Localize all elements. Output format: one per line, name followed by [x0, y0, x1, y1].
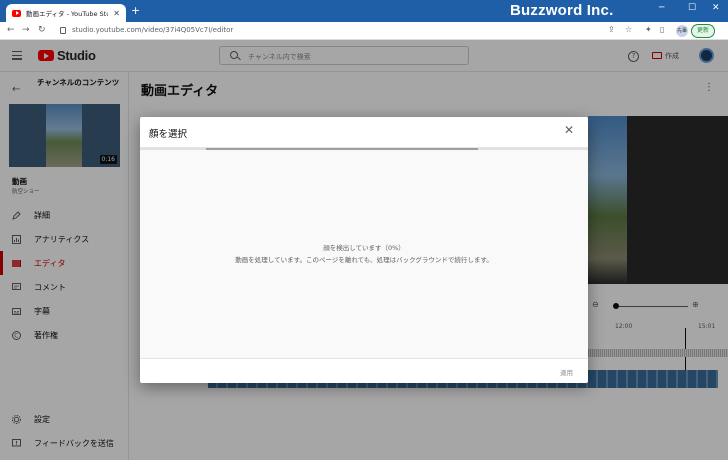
lock-icon [60, 27, 66, 34]
share-icon[interactable]: ⇪ [608, 25, 615, 34]
tab-close-icon[interactable]: ✕ [113, 9, 120, 18]
select-faces-dialog: 顔を選択 ✕ 顔を検出しています（0%） 動画を処理しています。このページを離れ… [140, 117, 588, 383]
address-bar: ← → ↻ studio.youtube.com/video/37i4Q05Vc… [0, 22, 728, 40]
url-field[interactable]: studio.youtube.com/video/37i4Q05Vc7I/edi… [72, 26, 233, 34]
detecting-faces-status: 顔を検出しています（0%） [323, 244, 405, 252]
dialog-title: 顔を選択 [149, 129, 188, 140]
profile-avatar[interactable]: 先輩 [676, 25, 688, 37]
side-panel-icon[interactable]: ▯ [660, 25, 664, 34]
new-tab-icon[interactable]: + [131, 5, 140, 17]
maximize-icon[interactable]: ☐ [688, 3, 696, 13]
youtube-favicon-icon [12, 9, 21, 17]
dialog-footer: 適用 [140, 358, 588, 383]
update-button[interactable]: 更新 [691, 24, 716, 38]
browser-titlebar: 動画エディタ - YouTube Studio ✕ + Buzzword Inc… [0, 0, 728, 22]
reload-icon[interactable]: ↻ [38, 25, 46, 35]
forward-icon[interactable]: → [22, 25, 30, 35]
processing-message: 動画を処理しています。このページを離れても、処理はバックグラウンドで続行します。 [235, 256, 493, 264]
back-icon[interactable]: ← [7, 25, 15, 35]
apply-button[interactable]: 適用 [560, 367, 573, 377]
brand-watermark: Buzzword Inc. [510, 2, 614, 19]
browser-tab[interactable]: 動画エディタ - YouTube Studio ✕ [6, 4, 126, 22]
window-close-icon[interactable]: ✕ [712, 3, 720, 13]
minimize-icon[interactable]: ─ [659, 3, 664, 13]
dialog-body: 顔を検出しています（0%） 動画を処理しています。このページを離れても、処理はバ… [140, 150, 588, 358]
tab-title: 動画エディタ - YouTube Studio [26, 10, 109, 18]
extensions-icon[interactable]: ✦ [645, 25, 652, 34]
bookmark-star-icon[interactable]: ☆ [625, 25, 632, 34]
close-icon[interactable]: ✕ [564, 123, 574, 137]
